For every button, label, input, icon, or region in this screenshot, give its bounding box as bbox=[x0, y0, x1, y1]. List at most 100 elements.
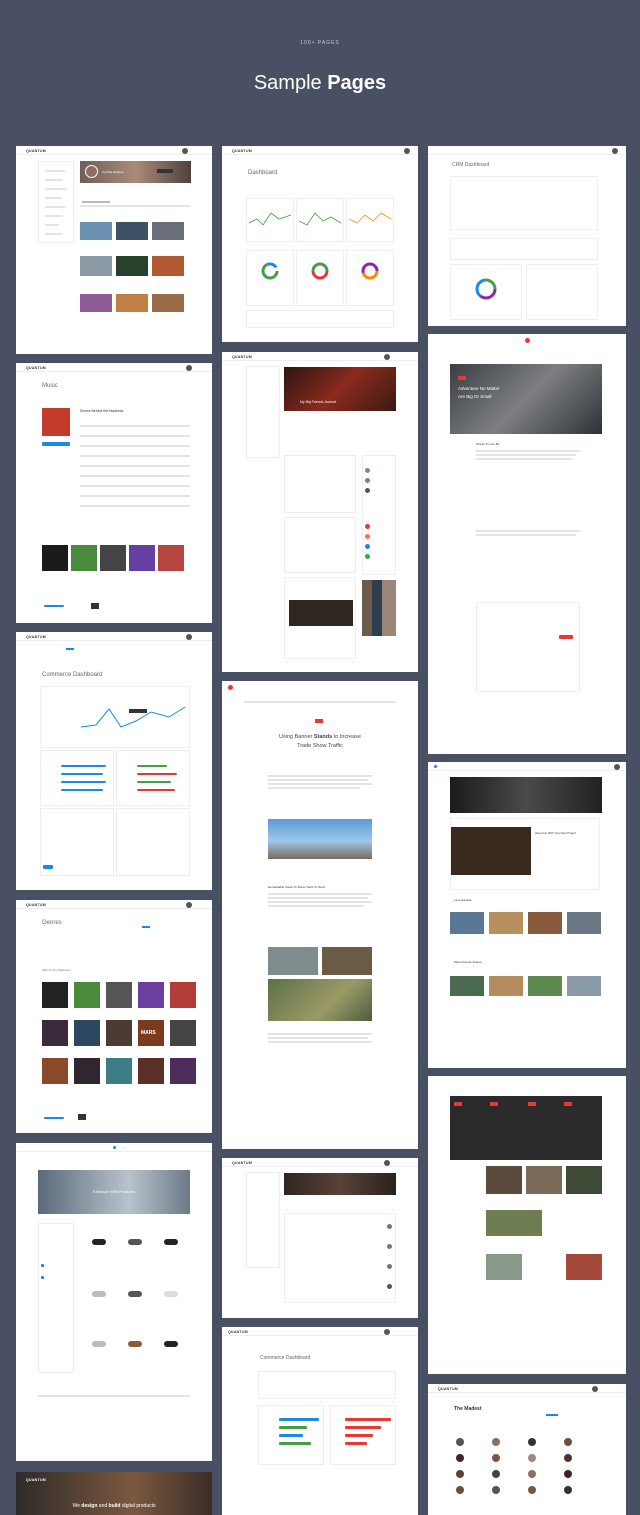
product-grid[interactable] bbox=[80, 1227, 192, 1367]
agency-page-preview[interactable]: QUANTUM We design and build digital prod… bbox=[16, 1472, 212, 1515]
brand-logo: QUANTUM bbox=[26, 1478, 46, 1482]
player-progress[interactable] bbox=[44, 1117, 64, 1119]
metric-2 bbox=[296, 198, 344, 242]
madest-title: The Madest bbox=[454, 1406, 482, 1412]
brand-logo: QUANTUM bbox=[26, 366, 46, 370]
profile-banner: Cynthia Hughes bbox=[80, 161, 191, 183]
avatar bbox=[384, 1159, 390, 1166]
music-page-preview[interactable]: QUANTUM Music Shows Behind the Madness bbox=[16, 363, 212, 623]
page-title: Sample Pages bbox=[0, 72, 640, 95]
genres-page-preview[interactable]: QUANTUM Genres Albums For Madness MARS bbox=[16, 900, 212, 1133]
brand-logo: QUANTUM bbox=[232, 1161, 252, 1165]
comments-panel bbox=[476, 602, 580, 692]
shop-page-preview[interactable]: Enhance With Products bbox=[16, 1143, 212, 1461]
title-regular: Sample bbox=[253, 72, 328, 94]
metric-3 bbox=[346, 198, 394, 242]
blog-page-preview[interactable]: Adventure No Matter Are Big Or Small Wor… bbox=[428, 334, 626, 754]
dashboard-page-preview[interactable]: QUANTUM Dashboard bbox=[222, 146, 418, 342]
article-title: Using Banner Stands to Increase Trade Sho… bbox=[252, 733, 388, 751]
uploads-row[interactable] bbox=[450, 912, 602, 934]
crm-table bbox=[526, 264, 598, 320]
play-button[interactable] bbox=[42, 442, 70, 446]
bottom-row bbox=[246, 310, 394, 328]
social-hero: My Big Friends Journal bbox=[284, 367, 396, 411]
crm-dashboard-preview[interactable]: CRM Dashboard bbox=[428, 146, 626, 326]
logo-dot bbox=[228, 685, 233, 690]
kpi-row bbox=[258, 1371, 396, 1399]
brand-logo: QUANTUM bbox=[26, 903, 46, 907]
music-title: Music bbox=[42, 383, 58, 389]
genres-title: Genres bbox=[42, 920, 62, 926]
logo-dot bbox=[525, 338, 530, 343]
comment-submit-button[interactable] bbox=[559, 635, 573, 639]
commerce-dashboard-preview[interactable]: QUANTUM Commerce Dashboard bbox=[16, 632, 212, 890]
avatar bbox=[404, 147, 410, 154]
social-hero-title: My Big Friends Journal bbox=[300, 400, 336, 404]
avatar bbox=[384, 353, 390, 360]
agency-tagline: We design and build digital products bbox=[16, 1503, 212, 1509]
crm-pipeline bbox=[450, 176, 598, 230]
avatar bbox=[182, 147, 188, 154]
video-page-preview[interactable]: Have Fun With Your Next Project Last Upl… bbox=[428, 762, 626, 1068]
profile-page-preview[interactable]: QUANTUM Cynthia Hughes bbox=[16, 146, 212, 354]
article-subhead: Remarkable Vision To Boost Tools To Work bbox=[268, 885, 326, 889]
bridge-image bbox=[268, 819, 372, 859]
feed-post-3 bbox=[284, 577, 356, 659]
commerce2-title: Commerce Dashboard bbox=[260, 1355, 311, 1361]
avatar bbox=[186, 364, 192, 371]
posts-list bbox=[284, 1213, 396, 1303]
popular-row[interactable] bbox=[450, 976, 602, 996]
news-grid-lower bbox=[486, 1166, 602, 1280]
crm-title: CRM Dashboard bbox=[452, 162, 490, 168]
sidebar bbox=[246, 366, 280, 458]
avatar bbox=[614, 763, 620, 770]
tag-mid: and bbox=[97, 1503, 109, 1509]
aerial-image bbox=[268, 979, 372, 1021]
commerce-dashboard-2-preview[interactable]: QUANTUM Commerce Dashboard bbox=[222, 1327, 418, 1515]
notes-panel bbox=[40, 808, 114, 876]
news-page-preview[interactable] bbox=[428, 1076, 626, 1374]
metric-1 bbox=[246, 198, 294, 242]
most-popular-title: Most Popular Videos bbox=[454, 960, 482, 964]
profile-feed-preview[interactable]: QUANTUM bbox=[222, 1158, 418, 1318]
brand-logo: QUANTUM bbox=[26, 149, 46, 153]
avatar bbox=[186, 633, 192, 640]
sales-chart bbox=[40, 686, 190, 748]
sidebar bbox=[246, 1172, 280, 1268]
sales-line bbox=[80, 706, 186, 728]
tag-b2: build bbox=[108, 1503, 121, 1509]
madest-page-preview[interactable]: QUANTUM The Madest bbox=[428, 1384, 626, 1515]
save-button[interactable] bbox=[43, 865, 53, 869]
avatar bbox=[592, 1385, 598, 1392]
blog-hero-line2: Are Big Or Small bbox=[458, 394, 492, 399]
profile-name: Cynthia Hughes bbox=[102, 170, 124, 174]
crm-kpis bbox=[450, 238, 598, 260]
topbar: QUANTUM bbox=[16, 146, 212, 155]
friends-list bbox=[362, 455, 396, 575]
title-p1: Using Banner bbox=[279, 734, 314, 740]
profile-banner bbox=[284, 1173, 396, 1195]
album-cover bbox=[42, 408, 70, 436]
dashboard-title: Dashboard bbox=[248, 170, 278, 176]
album-row[interactable] bbox=[42, 545, 198, 571]
bar-chart-right bbox=[330, 1405, 396, 1465]
article-page-preview[interactable]: Using Banner Stands to Increase Trade Sho… bbox=[222, 681, 418, 1149]
commerce-title: Commerce Dashboard bbox=[42, 672, 103, 678]
friends-grid[interactable] bbox=[456, 1438, 606, 1508]
donut-3 bbox=[346, 250, 394, 306]
tracklist[interactable] bbox=[80, 419, 190, 519]
filter-sidebar[interactable] bbox=[38, 1223, 74, 1373]
brand-logo: QUANTUM bbox=[232, 355, 252, 359]
avatar bbox=[186, 901, 192, 908]
player-progress[interactable] bbox=[44, 605, 64, 607]
brand-logo: QUANTUM bbox=[438, 1387, 458, 1391]
social-page-preview[interactable]: QUANTUM My Big Friends Journal bbox=[222, 352, 418, 672]
mars-tile-label: MARS bbox=[141, 1030, 156, 1036]
follow-button[interactable] bbox=[157, 169, 173, 173]
donut-2 bbox=[296, 250, 344, 306]
photo-grid[interactable] bbox=[80, 222, 191, 312]
video-title: Have Fun With Your Next Project bbox=[535, 831, 576, 835]
genres-grid[interactable]: MARS bbox=[42, 982, 198, 1088]
tag-post: digital products bbox=[120, 1503, 156, 1509]
brand-logo: QUANTUM bbox=[232, 149, 252, 153]
